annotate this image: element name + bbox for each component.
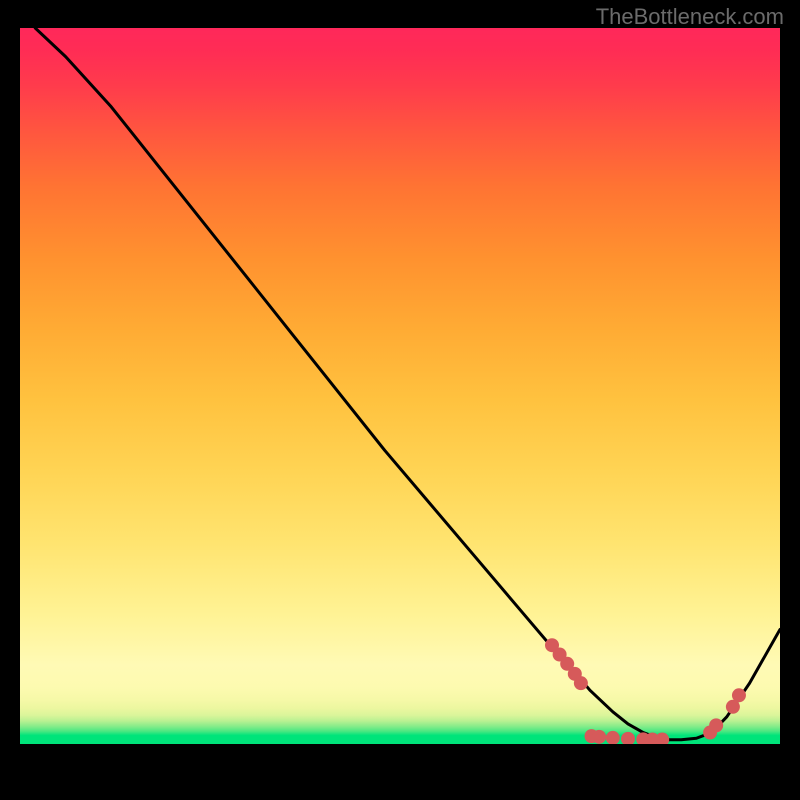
bottleneck-curve <box>35 28 780 740</box>
highlight-dot <box>732 688 746 702</box>
chart-container: TheBottleneck.com <box>0 0 800 800</box>
highlight-dot <box>709 718 723 732</box>
highlight-dot <box>606 731 620 744</box>
bottom-border <box>0 744 800 800</box>
highlight-dots-group <box>545 638 746 744</box>
right-border <box>780 28 800 744</box>
highlight-dot <box>655 733 669 744</box>
highlight-dot <box>574 676 588 690</box>
highlight-dot <box>621 732 635 744</box>
watermark-text: TheBottleneck.com <box>596 4 784 30</box>
plot-area <box>20 28 780 744</box>
highlight-dot <box>592 730 606 744</box>
